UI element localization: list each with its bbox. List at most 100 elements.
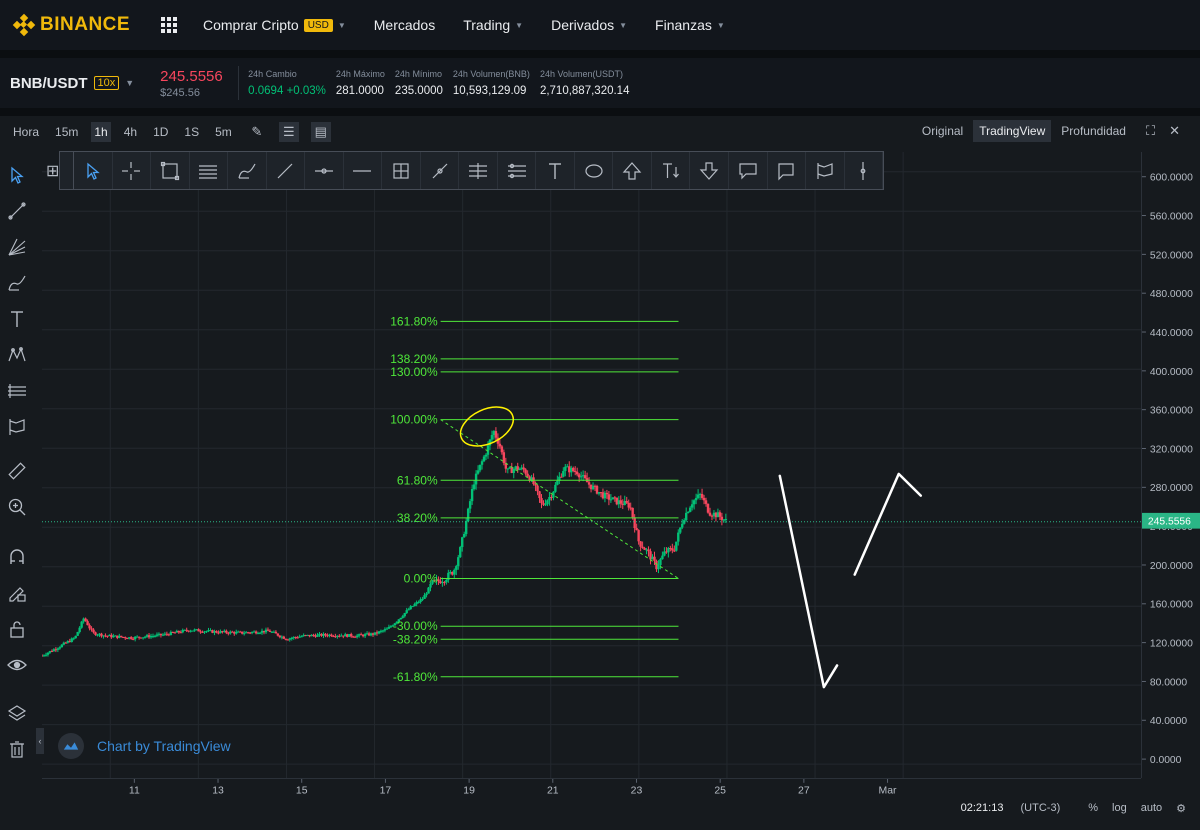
nav-item-finanzas[interactable]: Finanzas ▼ xyxy=(655,17,725,33)
timeframe-1h[interactable]: 1h xyxy=(91,122,111,142)
fullscreen-icon[interactable]: ⛶ xyxy=(1146,123,1155,139)
candle-body xyxy=(587,482,591,485)
fib-retracement-icon[interactable] xyxy=(459,152,498,189)
text-icon[interactable] xyxy=(6,308,28,330)
prediction-icon[interactable] xyxy=(6,380,28,402)
candle-body xyxy=(80,621,83,628)
text-tool-icon[interactable] xyxy=(536,152,575,189)
tab-original[interactable]: Original xyxy=(916,120,969,142)
binance-logo[interactable]: BINANCE xyxy=(12,13,149,37)
vertical-line-icon[interactable] xyxy=(845,152,884,189)
candle-body xyxy=(653,556,656,561)
text-price-icon[interactable] xyxy=(652,152,691,189)
chevron-down-icon: ▼ xyxy=(515,20,524,30)
flag-icon[interactable] xyxy=(6,416,28,438)
tab-tradingview[interactable]: TradingView xyxy=(973,120,1052,142)
chart-settings-icon[interactable]: ▤ xyxy=(310,122,331,142)
horizontal-line-icon[interactable] xyxy=(344,152,383,189)
brush-icon[interactable] xyxy=(6,272,28,294)
nav-item-mercados[interactable]: Mercados xyxy=(374,17,435,33)
callout-icon[interactable] xyxy=(729,152,768,189)
tab-profundidad[interactable]: Profundidad xyxy=(1055,120,1132,142)
candle-body xyxy=(179,632,182,634)
comment-icon[interactable] xyxy=(768,152,807,189)
arrow-down-icon[interactable] xyxy=(690,152,729,189)
parallel-channel-icon[interactable] xyxy=(190,152,229,189)
nav-item-derivados[interactable]: Derivados ▼ xyxy=(551,17,627,33)
nav-item-label: Comprar Cripto xyxy=(203,17,299,33)
trading-pair[interactable]: BNB/USDT xyxy=(10,75,88,92)
chart-toolbar: Hora 15m 1h 4h 1D 1S 5m ✎ ☰ ▤ Original T… xyxy=(0,116,1200,148)
candle-body xyxy=(572,467,575,472)
price-range-icon[interactable] xyxy=(421,152,460,189)
log-toggle[interactable]: log xyxy=(1112,802,1127,814)
leverage-badge[interactable]: 10x xyxy=(93,76,120,90)
fib-extension-icon[interactable] xyxy=(498,152,537,189)
collapse-sidebar-button[interactable]: ‹ xyxy=(36,728,44,754)
trend-line-icon[interactable] xyxy=(6,200,28,222)
price-chart[interactable]: 161.80% 138.20%130.00% 100.00% 61.80% 38.20%… xyxy=(42,152,1141,778)
chevron-down-icon: ▼ xyxy=(337,20,346,30)
chevron-down-icon: ▼ xyxy=(716,20,725,30)
layers-icon[interactable] xyxy=(6,702,28,724)
candle-body xyxy=(641,546,644,548)
binance-logo-icon xyxy=(12,13,36,37)
lock-pencil-icon[interactable] xyxy=(6,582,28,604)
candle-body xyxy=(215,631,218,633)
rectangle-icon[interactable] xyxy=(151,152,190,189)
fib-fan-icon[interactable] xyxy=(6,236,28,258)
drawing-sidebar xyxy=(0,158,34,758)
grid-box-icon[interactable] xyxy=(382,152,421,189)
candle-body xyxy=(78,627,81,633)
brush-tool-icon[interactable] xyxy=(228,152,267,189)
pattern-icon[interactable] xyxy=(6,344,28,366)
nav-item-trading[interactable]: Trading ▼ xyxy=(463,17,523,33)
market-ticker: BNB/USDT 10x ▼ 245.5556 $245.56 24h Camb… xyxy=(0,58,1200,108)
add-drawing-icon[interactable]: ⊞ xyxy=(46,161,59,181)
candle-body xyxy=(498,443,502,447)
timeframe-hora[interactable]: Hora xyxy=(10,122,42,142)
auto-toggle[interactable]: auto xyxy=(1141,802,1162,814)
indicator-settings-icon[interactable]: ☰ xyxy=(278,122,299,142)
candle-body xyxy=(330,634,333,637)
candle-body xyxy=(316,634,319,637)
nav-item-comprar-cripto[interactable]: Comprar Cripto USD ▼ xyxy=(203,17,346,33)
gear-icon[interactable]: ⚙ xyxy=(1176,802,1186,815)
price-axis[interactable]: 600.0000 560.0000 520.0000 480.0000 440.0000… xyxy=(1141,152,1200,778)
fib-level-label: 38.20% xyxy=(397,511,438,525)
apps-grid-icon[interactable] xyxy=(161,17,177,33)
candle-body xyxy=(494,431,498,438)
tradingview-attribution[interactable]: Chart by TradingView xyxy=(58,733,231,759)
candle-body xyxy=(472,484,476,490)
ray-icon[interactable] xyxy=(305,152,344,189)
magnet-icon[interactable] xyxy=(6,546,28,568)
ellipse-icon[interactable] xyxy=(575,152,614,189)
status-timezone[interactable]: (UTC-3) xyxy=(1021,802,1061,814)
ruler-icon[interactable] xyxy=(6,460,28,482)
pair-dropdown-icon[interactable]: ▼ xyxy=(125,78,134,88)
close-icon[interactable]: ✕ xyxy=(1169,123,1180,139)
drag-handle[interactable] xyxy=(60,152,74,189)
timeframe-4h[interactable]: 4h xyxy=(121,122,140,142)
timeframe-1d[interactable]: 1D xyxy=(150,122,171,142)
flag-tool-icon[interactable] xyxy=(806,152,845,189)
timeframe-15m[interactable]: 15m xyxy=(52,122,81,142)
zoom-in-icon[interactable] xyxy=(6,496,28,518)
candle-body xyxy=(401,616,404,618)
crosshair-icon[interactable] xyxy=(113,152,152,189)
timeframe-5m[interactable]: 5m xyxy=(212,122,235,142)
lock-icon[interactable] xyxy=(6,618,28,640)
cursor-icon[interactable] xyxy=(6,164,28,186)
percent-toggle[interactable]: % xyxy=(1088,802,1098,814)
candle-body xyxy=(72,638,75,640)
price-tick-label: 520.0000 xyxy=(1150,250,1193,261)
trend-line-tool-icon[interactable] xyxy=(267,152,306,189)
eye-icon[interactable] xyxy=(6,654,28,676)
pencil-icon[interactable]: ✎ xyxy=(247,122,267,142)
cursor-tool-icon[interactable] xyxy=(74,152,113,189)
stat-label: 24h Mínimo xyxy=(394,69,442,79)
timeframe-1s[interactable]: 1S xyxy=(181,122,202,142)
arrow-up-icon[interactable] xyxy=(613,152,652,189)
time-axis[interactable]: 11 13 15 17 19 21 23 25 27 Mar xyxy=(42,778,1141,798)
trash-icon[interactable] xyxy=(6,738,28,760)
